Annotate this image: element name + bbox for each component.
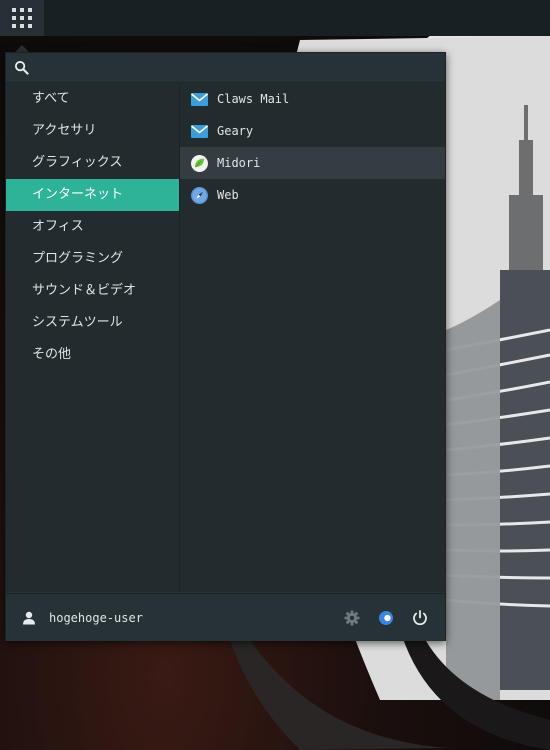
top-panel [0,0,550,36]
mail-icon [190,122,209,141]
app-label: Web [217,188,239,202]
user-name[interactable]: hogehoge-user [49,611,143,625]
app-grid-icon [12,8,32,28]
app-label: Claws Mail [217,92,290,106]
menu-footer: hogehoge-user [6,593,445,641]
category-programming[interactable]: プログラミング [6,243,179,275]
category-accessories[interactable]: アクセサリ [6,115,179,147]
power-icon[interactable] [411,609,429,627]
app-item-web[interactable]: Web [180,179,445,211]
app-item-midori[interactable]: Midori [180,147,445,179]
application-menu: すべて アクセサリ グラフィックス インターネット オフィス プログラミング サ… [5,52,446,641]
category-internet[interactable]: インターネット [6,179,179,211]
category-all[interactable]: すべて [6,83,179,115]
category-other[interactable]: その他 [6,339,179,371]
app-menu-button[interactable] [0,0,44,36]
app-item-claws-mail[interactable]: Claws Mail [180,83,445,115]
category-system-tools[interactable]: システムツール [6,307,179,339]
lock-icon[interactable] [377,609,395,627]
search-icon [14,60,29,75]
app-label: Geary [217,124,254,138]
mail-icon [190,90,209,109]
category-sound-video[interactable]: サウンド＆ビデオ [6,275,179,307]
search-input[interactable] [34,57,438,79]
app-label: Midori [217,156,261,170]
category-office[interactable]: オフィス [6,211,179,243]
app-item-geary[interactable]: Geary [180,115,445,147]
app-list: Claws Mail Geary Midori Web [180,83,445,592]
user-icon [23,611,35,625]
category-list: すべて アクセサリ グラフィックス インターネット オフィス プログラミング サ… [6,83,180,592]
category-graphics[interactable]: グラフィックス [6,147,179,179]
settings-icon[interactable] [343,609,361,627]
menu-pointer-arrow [15,45,29,52]
search-bar [6,53,445,83]
leaf-icon [190,154,209,173]
compass-icon [190,186,209,205]
